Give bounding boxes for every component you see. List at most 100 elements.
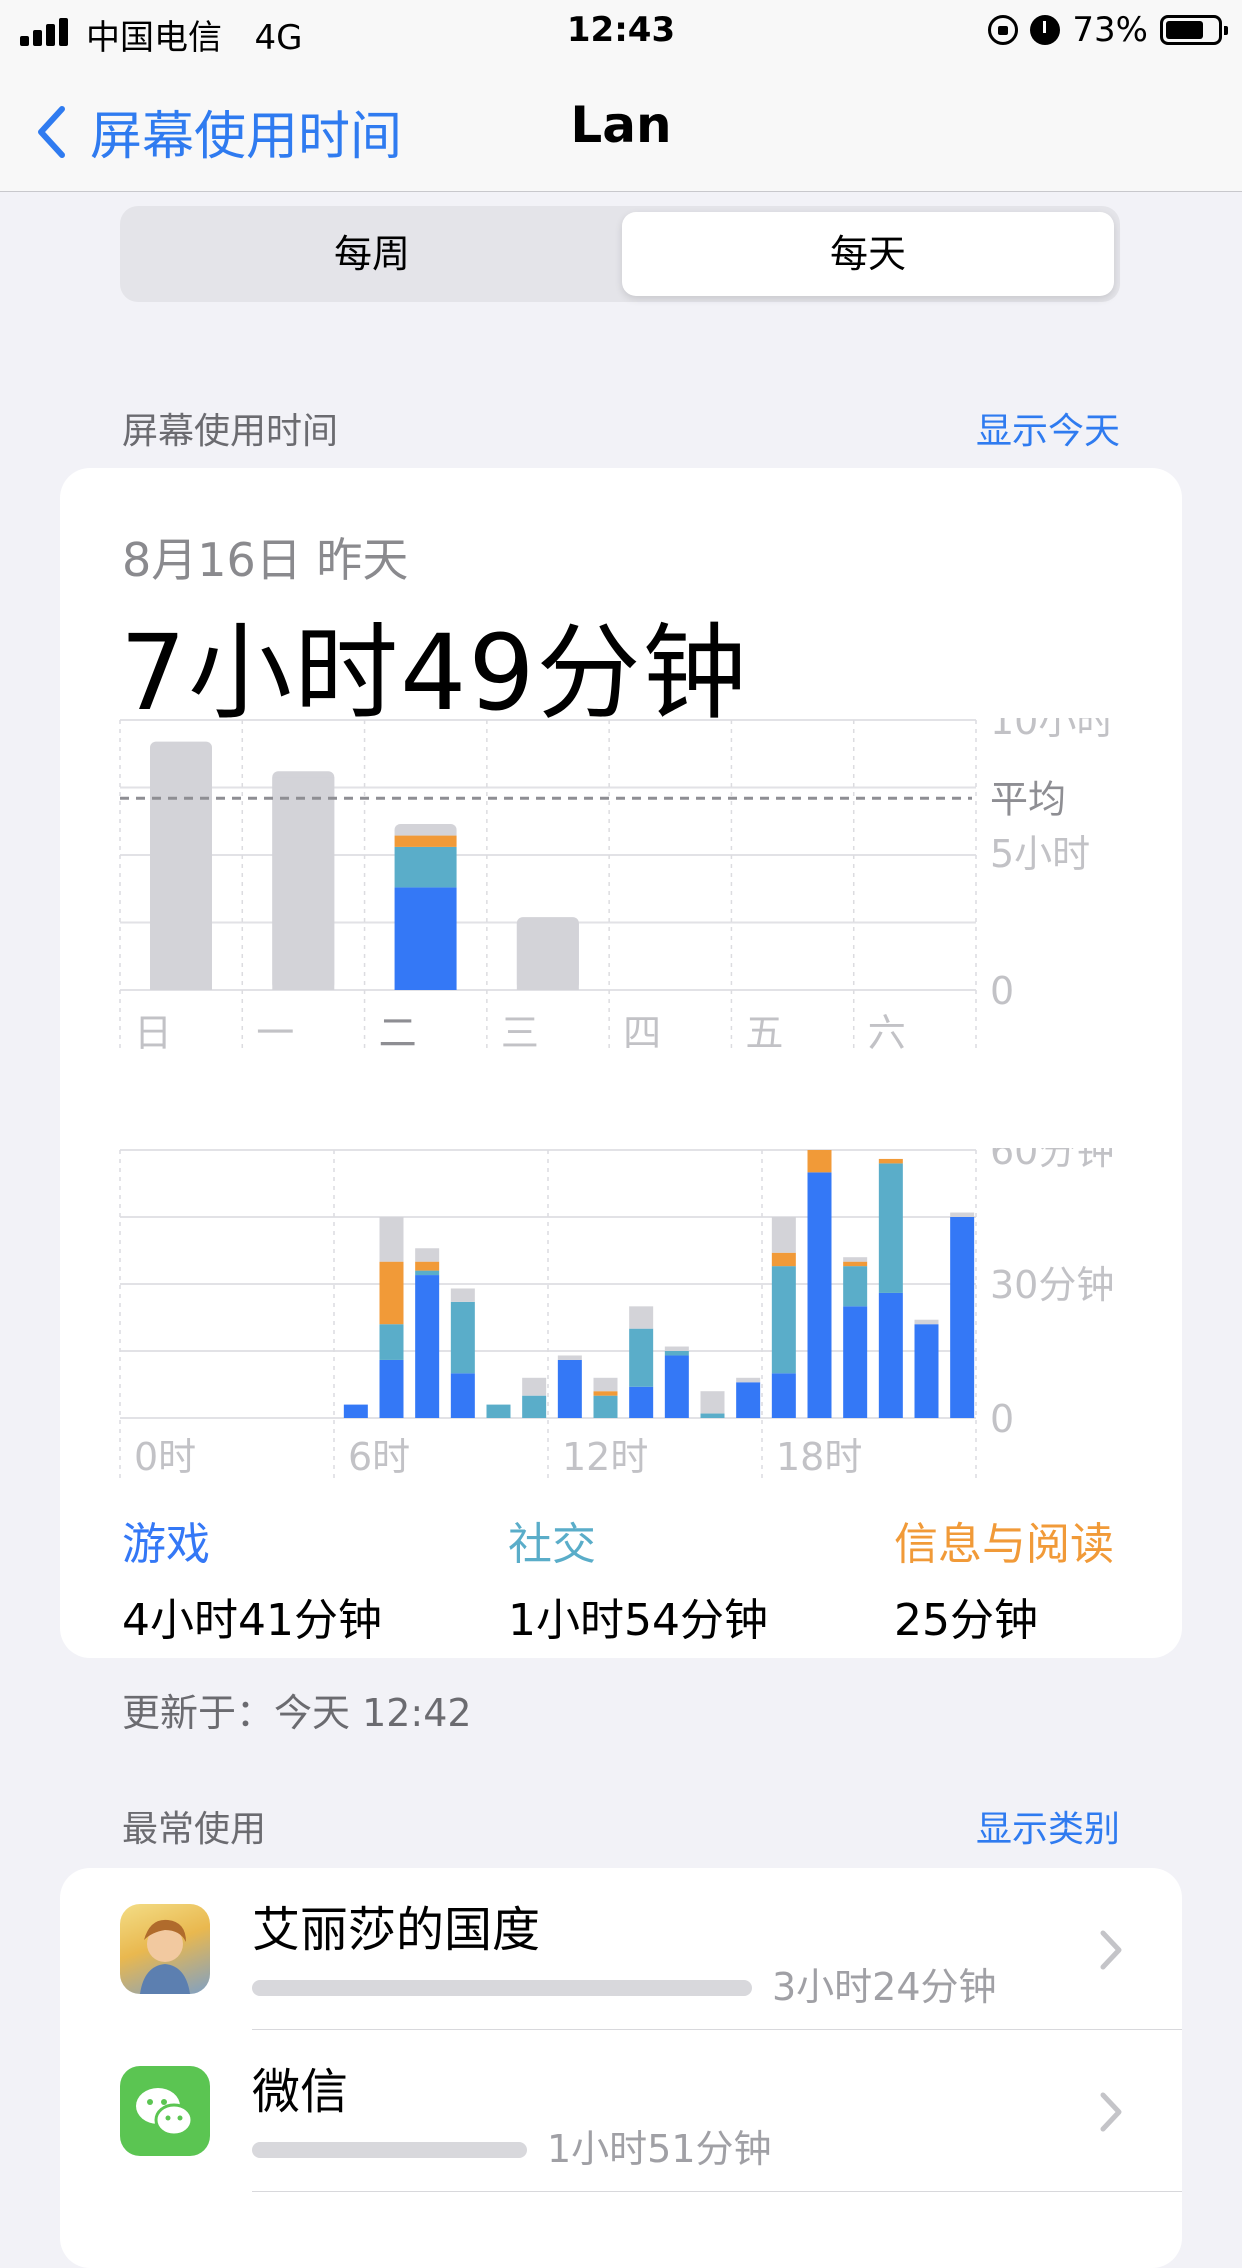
day-label: 一	[256, 1011, 294, 1055]
app-name: 微信	[252, 2064, 349, 2120]
screen-time-card: 8月16日 昨天 7小时49分钟 10小时 平均 5小时 0 日 一 二 三 四 五 六 60分钟 3…	[60, 468, 1182, 1658]
bar-game-2	[394, 887, 457, 990]
bar-game-h8	[415, 1275, 440, 1418]
day-label: 三	[501, 1011, 539, 1055]
hour-label: 0时	[134, 1435, 196, 1478]
bar-social-h14	[629, 1328, 654, 1387]
bar-social-h8	[415, 1270, 440, 1276]
day-label: 二	[379, 1011, 417, 1055]
bar-social-h13	[593, 1395, 618, 1418]
bar-social-h15	[664, 1351, 689, 1356]
hourly-usage-chart: 60分钟 30分钟 0 0时 6时 12时 18时	[119, 1148, 1114, 1478]
category-value: 1小时54分钟	[508, 1595, 768, 1646]
bar-reading-h19	[807, 1150, 832, 1173]
bar-game-h20	[843, 1306, 868, 1418]
average-label: 平均	[990, 777, 1066, 821]
bar-social-h16	[700, 1413, 725, 1418]
bar-fill-0	[150, 747, 212, 990]
game-app-icon	[120, 1904, 210, 1994]
bar-reading-h7	[379, 1261, 404, 1325]
updated-timestamp: 更新于：今天 12:42	[122, 1691, 472, 1735]
bar-game-h12	[557, 1359, 582, 1418]
show-categories-link[interactable]: 显示类别	[976, 1800, 1120, 1852]
bar-reading-h13	[593, 1391, 618, 1396]
day-label: 四	[623, 1011, 661, 1055]
battery-icon	[1160, 15, 1228, 45]
app-name: 艾丽莎的国度	[252, 1902, 541, 1958]
app-usage-time: 1小时51分钟	[547, 2127, 772, 2171]
hour-label: 6时	[348, 1435, 410, 1478]
bar-other-h7	[379, 1217, 404, 1262]
bar-game-h19	[807, 1172, 832, 1418]
bar-game-h18	[771, 1373, 796, 1418]
period-segmented-control: 每周 每天	[120, 206, 1120, 302]
chevron-right-icon	[1100, 1930, 1122, 1970]
bar-reading-h20	[843, 1261, 868, 1267]
bar-game-h6	[343, 1404, 368, 1418]
y-tick-label: 0	[990, 969, 1014, 1013]
bar-social-h21	[878, 1163, 903, 1293]
bar-fill-2	[394, 829, 457, 836]
bar-reading-h18	[771, 1252, 796, 1267]
screen-time-header: 屏幕使用时间	[122, 411, 339, 452]
category-name: 社交	[508, 1519, 596, 1570]
app-row-wechat[interactable]: 微信 1小时51分钟	[60, 2030, 1182, 2192]
tab-weekly[interactable]: 每周	[126, 212, 618, 296]
bar-game-h15	[664, 1355, 689, 1418]
most-used-card: 艾丽莎的国度 3小时24分钟 微信 1小时51分钟	[60, 1868, 1182, 2268]
bar-game-h22	[914, 1324, 939, 1418]
day-label: 六	[868, 1011, 906, 1055]
bar-other-h11	[522, 1377, 547, 1396]
chevron-right-icon	[1100, 2092, 1122, 2132]
bar-game-h7	[379, 1359, 404, 1418]
weekly-usage-chart: 10小时平均 5小时 0 日 一 二 三 四 五 六	[119, 718, 1114, 1055]
bar-other-h8	[415, 1248, 440, 1262]
bar-other-h23	[950, 1212, 975, 1217]
category-value: 4小时41分钟	[122, 1595, 382, 1646]
y-tick-label: 0	[990, 1397, 1014, 1441]
category-games: 游戏 4小时41分钟	[122, 1508, 382, 1648]
tab-daily[interactable]: 每天	[622, 212, 1114, 296]
show-today-link[interactable]: 显示今天	[976, 402, 1120, 454]
hour-label: 12时	[562, 1435, 648, 1478]
bar-fill-3	[516, 923, 579, 990]
bar-other-h16	[700, 1391, 725, 1414]
y-tick-label: 30分钟	[990, 1263, 1114, 1307]
bar-other-h22	[914, 1319, 939, 1325]
hour-label: 18时	[776, 1435, 862, 1478]
bar-other-h17	[736, 1377, 761, 1383]
category-name: 游戏	[122, 1519, 210, 1570]
bar-other-h15	[664, 1346, 689, 1351]
category-value: 25分钟	[894, 1595, 1038, 1646]
bar-game-h21	[878, 1292, 903, 1418]
bar-social-h9	[450, 1301, 475, 1374]
bar-social-h18	[771, 1266, 796, 1374]
bar-reading-2	[394, 835, 457, 847]
bar-other-h20	[843, 1257, 868, 1262]
day-label: 日	[134, 1011, 172, 1055]
bar-other-h12	[557, 1355, 582, 1360]
row-divider	[252, 2191, 1182, 2192]
bar-reading-h8	[415, 1261, 440, 1271]
bar-reading-h21	[878, 1158, 903, 1164]
wechat-icon	[120, 2066, 210, 2156]
most-used-header: 最常使用	[122, 1809, 267, 1850]
bar-game-h9	[450, 1373, 475, 1418]
alarm-icon	[1030, 15, 1061, 45]
bar-game-h14	[629, 1386, 654, 1418]
bar-social-h10	[486, 1404, 511, 1418]
bar-social-h11	[522, 1395, 547, 1418]
day-label: 五	[745, 1011, 783, 1055]
usage-bar	[252, 2142, 527, 2158]
bar-game-h17	[736, 1382, 761, 1418]
category-name: 信息与阅读	[894, 1519, 1114, 1570]
total-time: 7小时49分钟	[120, 612, 749, 734]
bar-other-h13	[593, 1377, 618, 1392]
bar-social-h20	[843, 1266, 868, 1307]
app-row-elisa-kingdom[interactable]: 艾丽莎的国度 3小时24分钟	[60, 1868, 1182, 2030]
bar-fill-1	[272, 777, 335, 990]
status-bar: 中国电信 4G 12:43 73%	[0, 0, 1242, 66]
usage-bar	[252, 1980, 752, 1996]
category-social: 社交 1小时54分钟	[508, 1508, 768, 1648]
bar-social-h7	[379, 1324, 404, 1360]
